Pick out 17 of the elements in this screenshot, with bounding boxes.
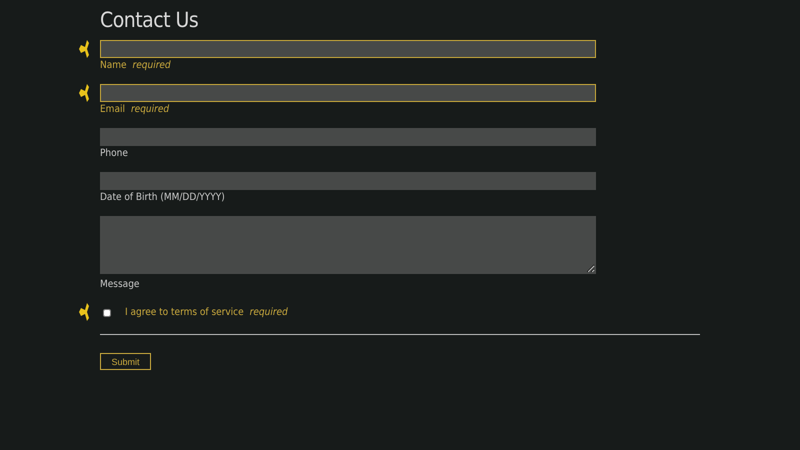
required-note: required	[250, 307, 288, 318]
message-field[interactable]	[100, 216, 596, 274]
field-label: Message	[100, 279, 140, 290]
field-label: Name	[100, 60, 127, 71]
page-title: Contact Us	[100, 8, 198, 32]
field-label: Phone	[100, 148, 128, 159]
terms-checkbox[interactable]	[103, 308, 111, 316]
text-field[interactable]	[100, 84, 596, 102]
text-field[interactable]	[100, 40, 596, 58]
field-label: Email	[100, 104, 125, 115]
text-field[interactable]	[100, 172, 596, 190]
field-label: Date of Birth (MM/DD/YYYY)	[100, 192, 225, 203]
submit-button[interactable]: Submit	[100, 353, 151, 370]
text-field[interactable]	[100, 128, 596, 146]
required-note: required	[132, 60, 171, 71]
terms-label: I agree to terms of service	[125, 307, 244, 318]
required-note: required	[130, 104, 170, 115]
